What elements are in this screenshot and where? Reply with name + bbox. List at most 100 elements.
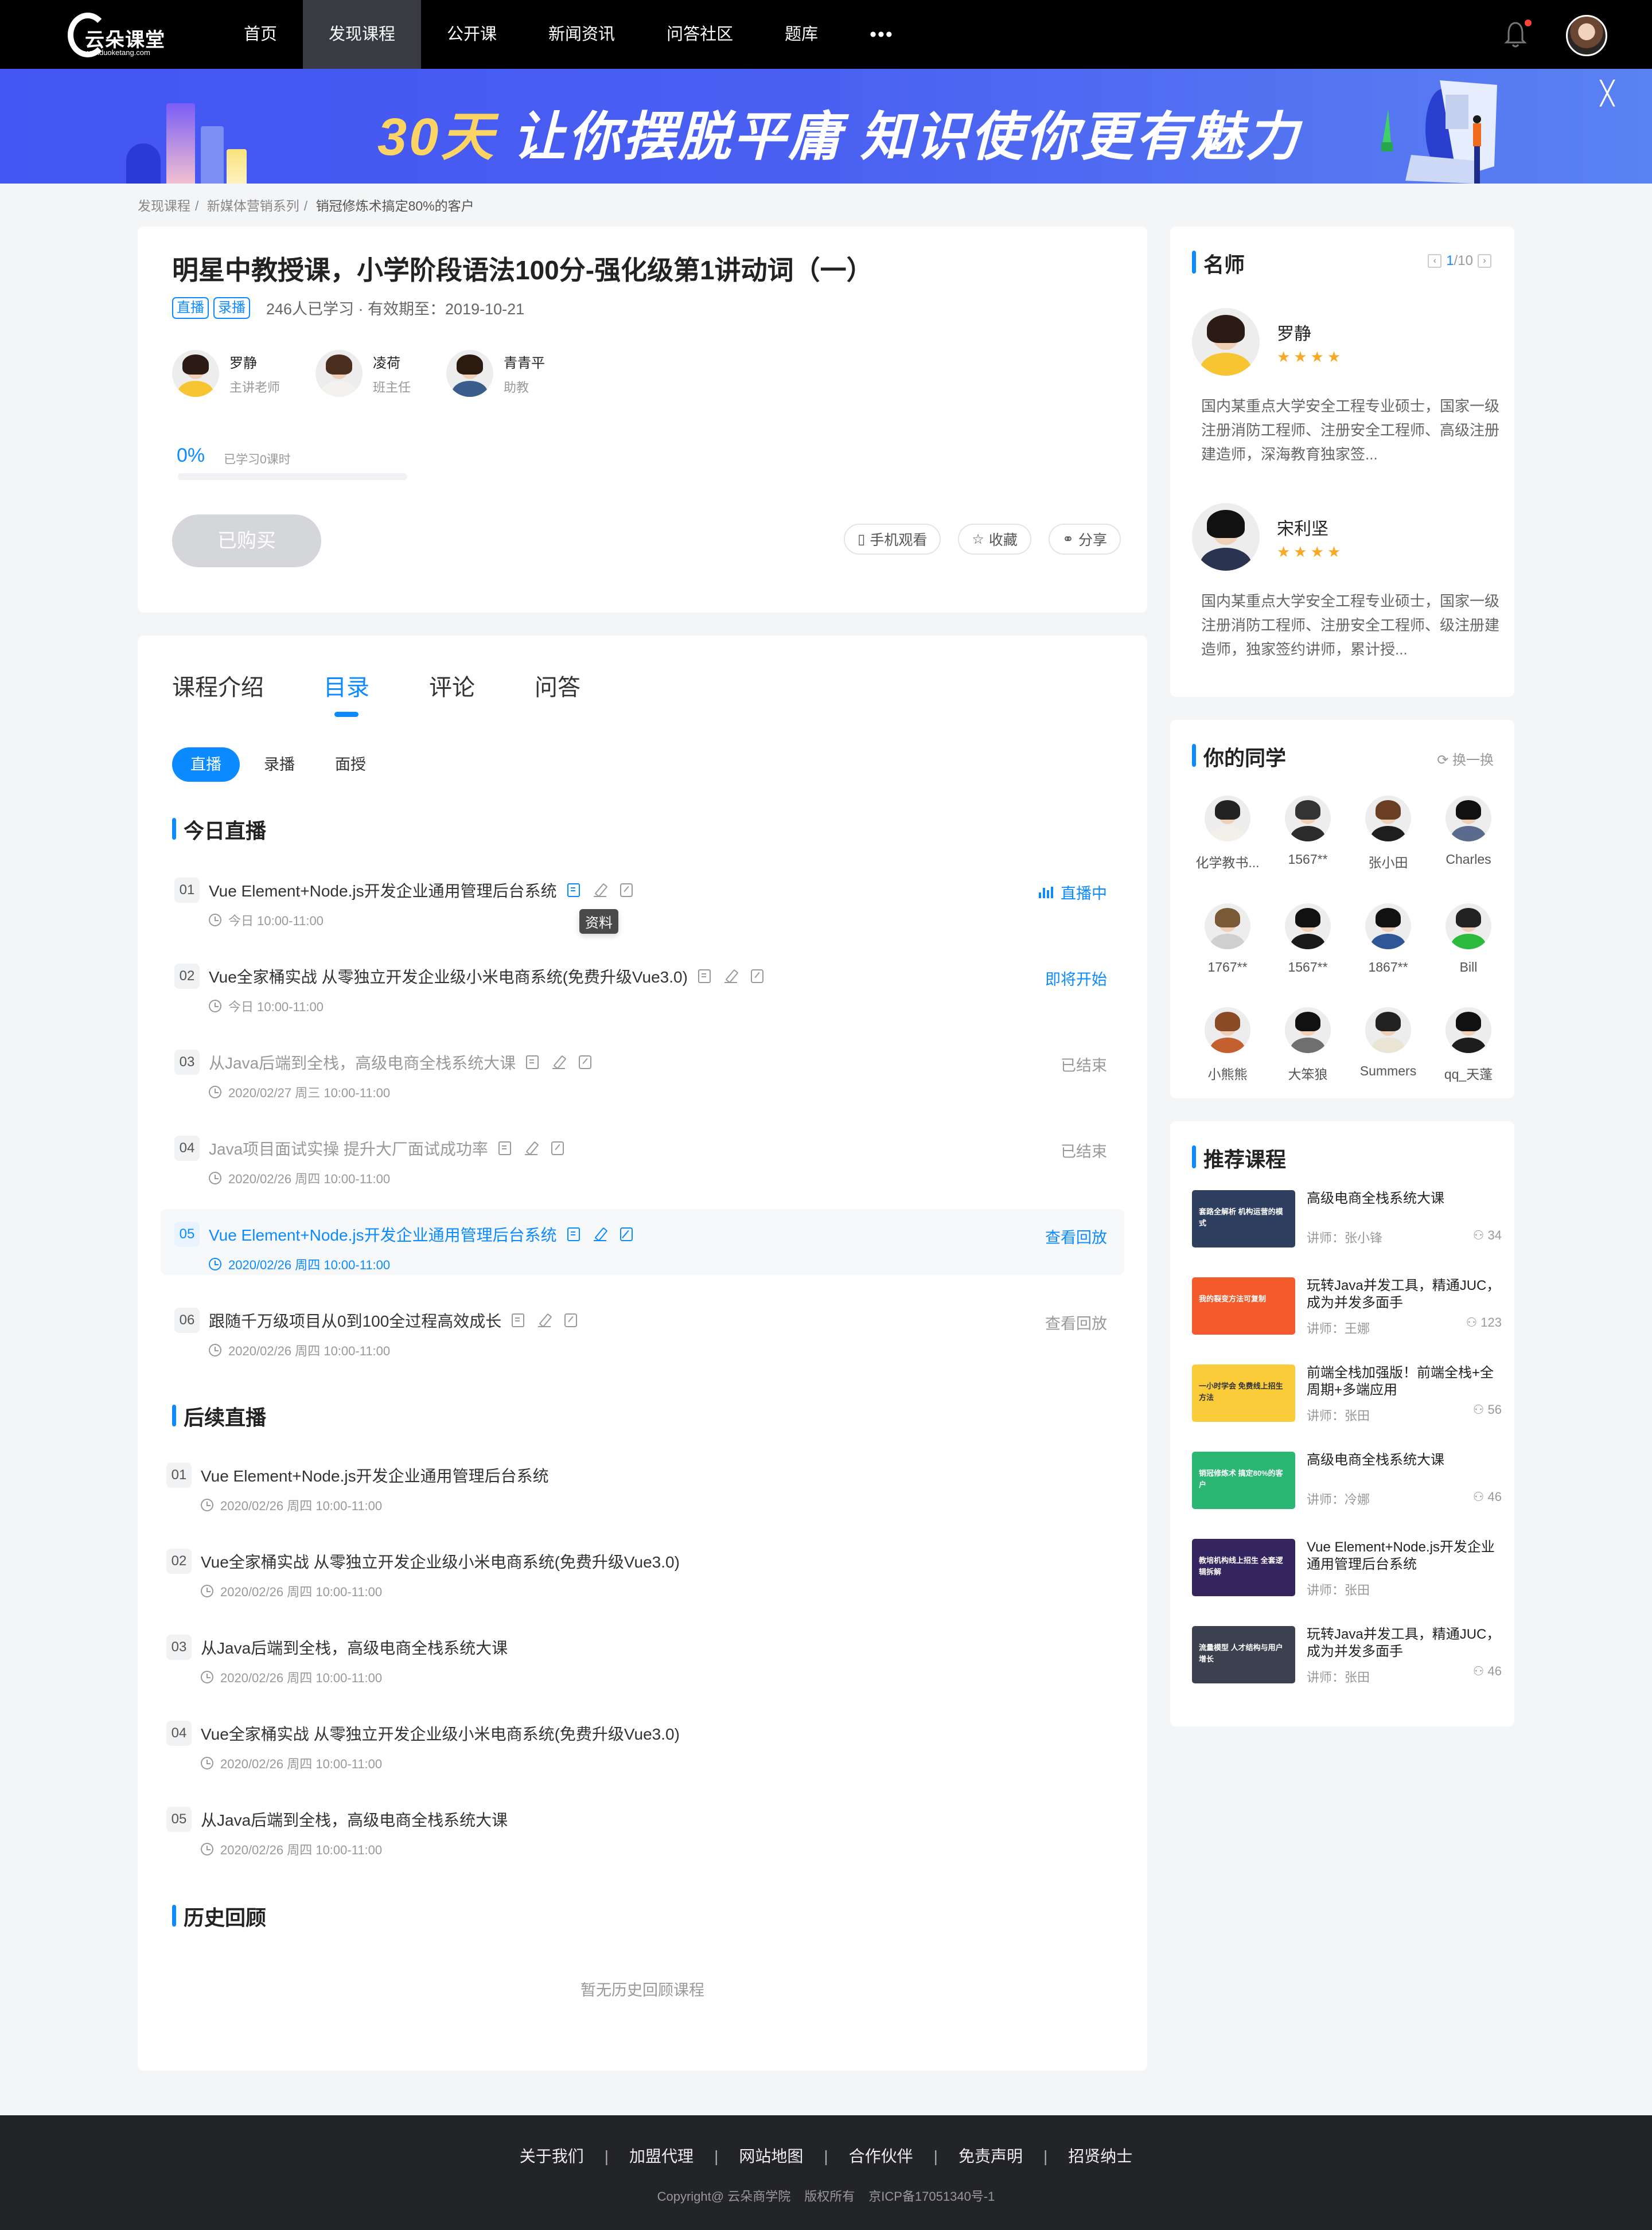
course-title[interactable]: 玩转Java并发工具，精通JUC，成为并发多面手 (1307, 1626, 1502, 1660)
lesson-status[interactable]: 查看回放 (1045, 1225, 1107, 1247)
classmate-item[interactable]: 1567** (1268, 796, 1348, 871)
breadcrumb-discover[interactable]: 发现课程 (138, 198, 190, 213)
lesson-item[interactable]: 06 跟随千万级项目从0到100全过程高效成长 2020/02/26 周四 10… (161, 1295, 1124, 1361)
subtab-offline[interactable]: 面授 (319, 747, 382, 782)
lesson-title[interactable]: 从Java后端到全栈，高级电商全栈系统大课 (209, 1051, 516, 1074)
lesson-status[interactable]: 即将开始 (1045, 967, 1107, 989)
lesson-item[interactable]: 03 从Java后端到全栈，高级电商全栈系统大课 2020/02/27 周三 1… (161, 1037, 1124, 1103)
lesson-item[interactable]: 05 Vue Element+Node.js开发企业通用管理后台系统 2020/… (161, 1209, 1124, 1275)
tab-qa[interactable]: 问答 (535, 669, 580, 702)
footer-link[interactable]: 免责声明 (959, 2147, 1023, 2165)
lesson-title[interactable]: Vue全家桶实战 从零独立开发企业级小米电商系统(免费升级Vue3.0) (201, 1550, 680, 1573)
more-icon[interactable]: ••• (844, 0, 919, 69)
upcoming-lesson-item[interactable]: 01 Vue Element+Node.js开发企业通用管理后台系统 2020/… (153, 1450, 1116, 1516)
classmate-item[interactable]: 化学教书... (1187, 796, 1268, 871)
logo[interactable]: 云朵课堂 yunduoketang.com (68, 13, 171, 57)
refresh-button[interactable]: ⟳ 换一换 (1437, 748, 1494, 769)
subtab-live[interactable]: 直播 (172, 747, 240, 782)
classmate-item[interactable]: 张小田 (1348, 796, 1428, 871)
course-title[interactable]: Vue Element+Node.js开发企业通用管理后台系统 (1307, 1539, 1502, 1573)
course-title[interactable]: 玩转Java并发工具，精通JUC，成为并发多面手 (1307, 1277, 1502, 1312)
recommended-course[interactable]: 我的裂变方法可复制 玩转Java并发工具，精通JUC，成为并发多面手 讲师：王娜… (1192, 1277, 1502, 1340)
lesson-title[interactable]: 从Java后端到全栈，高级电商全栈系统大课 (201, 1808, 508, 1831)
classmate-item[interactable]: Charles (1428, 796, 1509, 871)
classmate-item[interactable]: 小熊熊 (1187, 1007, 1268, 1083)
course-title[interactable]: 前端全栈加强版！前端全栈+全周期+多端应用 (1307, 1364, 1502, 1399)
lesson-title[interactable]: 跟随千万级项目从0到100全过程高效成长 (209, 1309, 501, 1332)
materials-icon[interactable] (512, 1313, 525, 1327)
classmate-item[interactable]: qq_天蓬 (1428, 1007, 1509, 1083)
classmate-item[interactable]: Bill (1428, 903, 1509, 975)
classmate-item[interactable]: 大笨狼 (1268, 1007, 1348, 1083)
classmate-item[interactable]: 1567** (1268, 903, 1348, 975)
subtab-recorded[interactable]: 录播 (248, 747, 311, 782)
next-page-button[interactable]: › (1478, 254, 1491, 268)
tab-catalog[interactable]: 目录 (324, 669, 369, 717)
materials-icon[interactable] (567, 883, 580, 897)
mobile-watch-button[interactable]: ▯ 手机观看 (844, 524, 941, 555)
homework-icon[interactable] (579, 1055, 592, 1069)
recommended-course[interactable]: 流量模型 人才结构与用户增长 玩转Java并发工具，精通JUC，成为并发多面手 … (1192, 1626, 1502, 1689)
lesson-status[interactable]: 直播中 (1039, 881, 1107, 903)
materials-icon[interactable] (698, 969, 711, 983)
lesson-item[interactable]: 01 Vue Element+Node.js开发企业通用管理后台系统 今日 10… (161, 865, 1124, 931)
breadcrumb-series[interactable]: 新媒体营销系列 (207, 198, 299, 213)
nav-item-home[interactable]: 首页 (218, 0, 303, 69)
upcoming-lesson-item[interactable]: 03 从Java后端到全栈，高级电商全栈系统大课 2020/02/26 周四 1… (153, 1622, 1116, 1688)
homework-icon[interactable] (750, 969, 763, 983)
course-title[interactable]: 高级电商全栈系统大课 (1307, 1190, 1502, 1207)
lesson-title[interactable]: Vue Element+Node.js开发企业通用管理后台系统 (209, 879, 557, 902)
notes-icon[interactable] (524, 1141, 537, 1155)
lesson-title[interactable]: Vue Element+Node.js开发企业通用管理后台系统 (201, 1464, 549, 1487)
materials-icon[interactable] (567, 1227, 580, 1241)
upcoming-lesson-item[interactable]: 04 Vue全家桶实战 从零独立开发企业级小米电商系统(免费升级Vue3.0) … (153, 1708, 1116, 1774)
recommended-course[interactable]: 销冠修炼术 搞定80%的客户 高级电商全栈系统大课 讲师：冷娜 ⚇ 46 (1192, 1452, 1502, 1515)
nav-item-discover[interactable]: 发现课程 (303, 0, 422, 69)
homework-icon[interactable] (551, 1141, 564, 1155)
nav-item-community[interactable]: 问答社区 (641, 0, 759, 69)
purchased-button[interactable]: 已购买 (172, 514, 321, 567)
classmate-item[interactable]: 1767** (1187, 903, 1268, 975)
famous-teacher-item[interactable]: 宋利坚 ★★★★ 国内某重点大学安全工程专业硕士，国家一级注册消防工程师、注册安… (1192, 503, 1502, 675)
nav-item-question-bank[interactable]: 题库 (759, 0, 844, 69)
footer-link[interactable]: 招贤纳士 (1068, 2147, 1132, 2165)
notes-icon[interactable] (593, 883, 606, 897)
homework-icon[interactable] (620, 1227, 633, 1241)
icp-number[interactable]: 京ICP备17051340号-1 (868, 2189, 995, 2204)
lesson-title[interactable]: 从Java后端到全栈，高级电商全栈系统大课 (201, 1636, 508, 1659)
upcoming-lesson-item[interactable]: 02 Vue全家桶实战 从零独立开发企业级小米电商系统(免费升级Vue3.0) … (153, 1536, 1116, 1602)
lesson-status[interactable]: 查看回放 (1045, 1311, 1107, 1334)
teacher-item[interactable]: 青青平 助教 (446, 350, 545, 397)
notes-icon[interactable] (538, 1313, 551, 1327)
lesson-title[interactable]: Vue全家桶实战 从零独立开发企业级小米电商系统(免费升级Vue3.0) (209, 965, 688, 988)
prev-page-button[interactable]: ‹ (1428, 254, 1442, 268)
recommended-course[interactable]: 一小时学会 免费线上招生方法 前端全栈加强版！前端全栈+全周期+多端应用 讲师：… (1192, 1364, 1502, 1428)
homework-icon[interactable] (564, 1313, 578, 1327)
share-button[interactable]: ⚭ 分享 (1048, 524, 1121, 555)
footer-link[interactable]: 合作伙伴 (849, 2147, 913, 2165)
teacher-item[interactable]: 凌荷 班主任 (315, 350, 411, 397)
tab-intro[interactable]: 课程介绍 (172, 669, 264, 702)
materials-icon[interactable] (498, 1141, 511, 1155)
user-avatar[interactable] (1566, 15, 1607, 56)
footer-link[interactable]: 网站地图 (739, 2147, 803, 2165)
notes-icon[interactable] (552, 1055, 566, 1069)
promo-banner[interactable]: 30天 让你摆脱平庸 知识使你更有魅力 ╳ (0, 69, 1652, 184)
lesson-title[interactable]: Java项目面试实操 提升大厂面试成功率 (209, 1137, 488, 1160)
favorite-button[interactable]: ☆ 收藏 (958, 524, 1031, 555)
upcoming-lesson-item[interactable]: 05 从Java后端到全栈，高级电商全栈系统大课 2020/02/26 周四 1… (153, 1794, 1116, 1860)
teacher-item[interactable]: 罗静 主讲老师 (172, 350, 280, 397)
materials-icon[interactable] (526, 1055, 539, 1069)
footer-link[interactable]: 关于我们 (520, 2147, 584, 2165)
homework-icon[interactable] (620, 883, 633, 897)
nav-item-news[interactable]: 新闻资讯 (523, 0, 641, 69)
recommended-course[interactable]: 教培机构线上招生 全套逻辑拆解 Vue Element+Node.js开发企业通… (1192, 1539, 1502, 1602)
nav-item-open-class[interactable]: 公开课 (421, 0, 523, 69)
recommended-course[interactable]: 套路全解析 机构运营的模式 高级电商全栈系统大课 讲师：张小锋 ⚇ 34 (1192, 1190, 1502, 1253)
classmate-item[interactable]: 1867** (1348, 903, 1428, 975)
footer-link[interactable]: 加盟代理 (629, 2147, 693, 2165)
notes-icon[interactable] (724, 969, 737, 983)
tab-comments[interactable]: 评论 (429, 669, 475, 702)
lesson-title[interactable]: Vue全家桶实战 从零独立开发企业级小米电商系统(免费升级Vue3.0) (201, 1722, 680, 1745)
bell-icon[interactable] (1504, 21, 1527, 49)
